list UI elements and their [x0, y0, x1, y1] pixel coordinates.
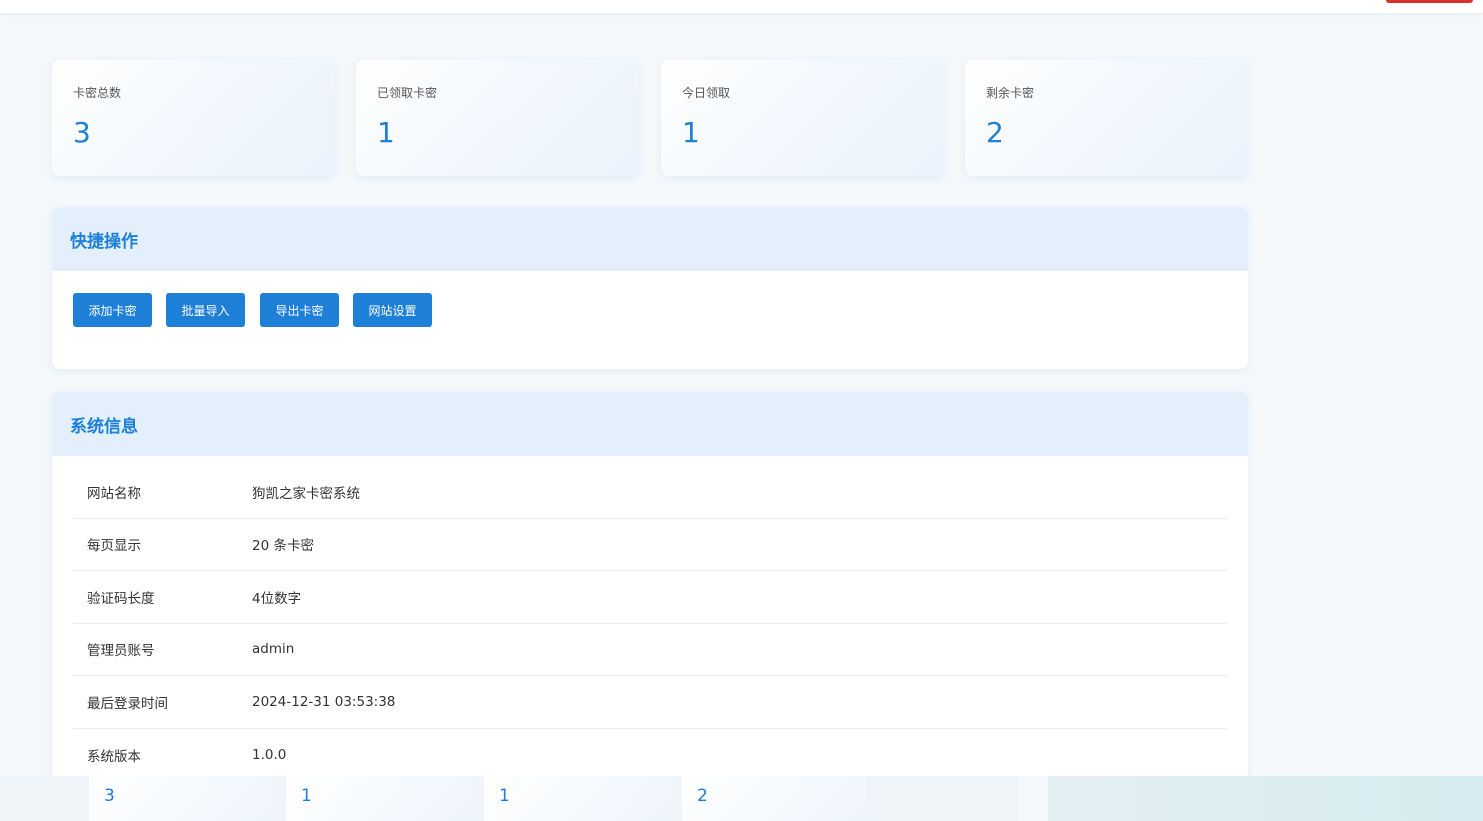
mini-stat-value: 1: [301, 786, 312, 806]
table-row: 系统版本 1.0.0: [73, 729, 1227, 777]
info-value: 20 条卡密: [252, 538, 314, 555]
table-row: 最后登录时间 2024-12-31 03:53:38: [73, 676, 1227, 729]
site-settings-button[interactable]: 网站设置: [353, 293, 432, 327]
bottom-gap: [867, 776, 1018, 821]
bottom-gap: [471, 776, 484, 821]
mini-stat-card: 1: [484, 776, 669, 821]
stat-label: 卡密总数: [73, 86, 122, 100]
info-value: 4位数字: [252, 590, 302, 607]
table-row: 每页显示 20 条卡密: [73, 519, 1227, 571]
info-key: 最后登录时间: [87, 695, 168, 712]
info-value: admin: [252, 641, 295, 658]
logout-button[interactable]: [1386, 0, 1473, 3]
stat-label: 剩余卡密: [986, 86, 1035, 100]
add-card-button[interactable]: 添加卡密: [73, 293, 152, 327]
bottom-teal-block: [1048, 776, 1483, 821]
stat-value: 1: [682, 116, 700, 149]
stat-label: 已领取卡密: [377, 86, 438, 100]
system-info-panel: 系统信息 网站名称 狗凯之家卡密系统 每页显示 20 条卡密 验证码长度 4位数…: [52, 392, 1248, 776]
info-key: 系统版本: [87, 748, 141, 765]
stat-card-remaining: 剩余卡密 2: [965, 60, 1248, 176]
bottom-gap: [669, 776, 682, 821]
mini-stat-card: 2: [682, 776, 867, 821]
mini-stat-card: 1: [286, 776, 471, 821]
stat-value: 3: [73, 116, 91, 149]
panel-header: 系统信息: [52, 392, 1248, 456]
info-value: 2024-12-31 03:53:38: [252, 693, 396, 710]
mini-stat-value: 3: [104, 786, 115, 806]
mini-stat-value: 2: [697, 786, 708, 806]
info-table: 网站名称 狗凯之家卡密系统 每页显示 20 条卡密 验证码长度 4位数字 管理员…: [73, 466, 1227, 776]
table-row: 管理员账号 admin: [73, 624, 1227, 676]
info-key: 网站名称: [87, 485, 141, 502]
info-key: 每页显示: [87, 538, 141, 555]
mini-stat-card: 3: [89, 776, 274, 821]
batch-import-button[interactable]: 批量导入: [166, 293, 245, 327]
stat-card-claimed: 已领取卡密 1: [356, 60, 639, 176]
stat-label: 今日领取: [682, 86, 731, 100]
table-row: 验证码长度 4位数字: [73, 571, 1227, 624]
bottom-gap: [0, 776, 89, 821]
panel-title: 系统信息: [70, 416, 138, 437]
bottom-gap: [274, 776, 286, 821]
info-key: 验证码长度: [87, 590, 155, 607]
quick-actions-panel: 快捷操作 添加卡密 批量导入 导出卡密 网站设置: [52, 207, 1248, 369]
stat-value: 2: [986, 116, 1004, 149]
stat-value: 1: [377, 116, 395, 149]
export-cards-button[interactable]: 导出卡密: [260, 293, 339, 327]
info-value: 狗凯之家卡密系统: [252, 485, 360, 502]
stat-card-total: 卡密总数 3: [52, 60, 335, 176]
top-navbar: [0, 0, 1483, 13]
info-key: 管理员账号: [87, 643, 155, 660]
table-row: 网站名称 狗凯之家卡密系统: [73, 466, 1227, 519]
panel-header: 快捷操作: [52, 207, 1248, 271]
mini-stat-value: 1: [499, 786, 510, 806]
stat-card-today: 今日领取 1: [661, 60, 944, 176]
info-value: 1.0.0: [252, 746, 287, 763]
panel-title: 快捷操作: [70, 231, 138, 252]
